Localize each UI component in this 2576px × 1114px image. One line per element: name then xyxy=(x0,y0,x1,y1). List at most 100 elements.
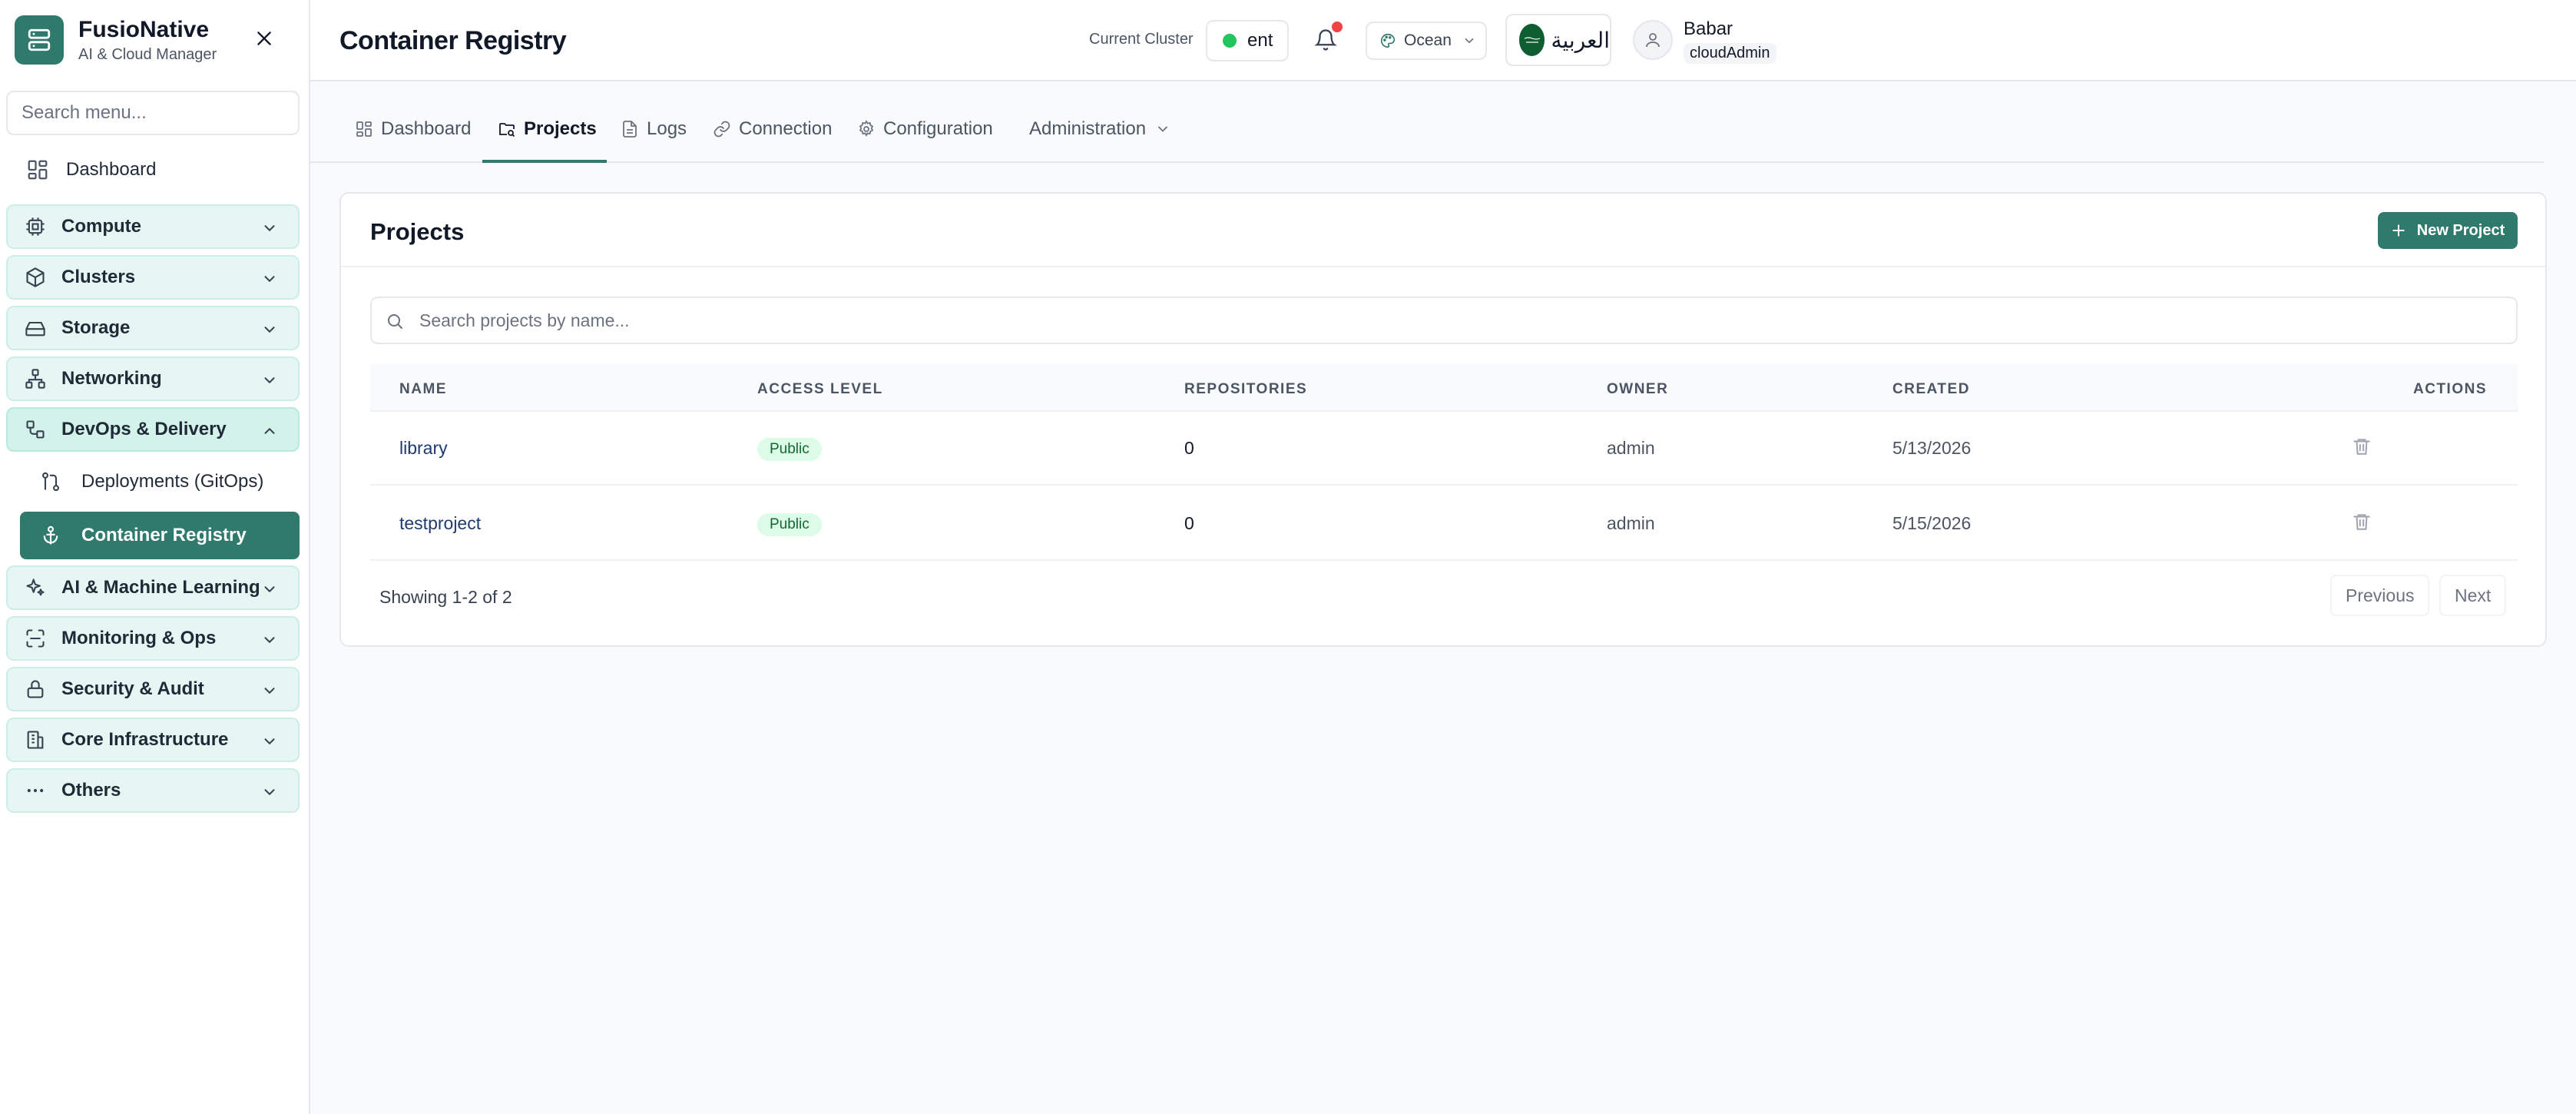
user-name: Babar xyxy=(1684,18,1733,39)
chevron-down-icon xyxy=(261,733,278,750)
sidebar-group-label: Networking xyxy=(61,368,162,389)
more-horizontal-icon xyxy=(25,780,48,801)
tab-connection[interactable]: Connection xyxy=(713,118,832,163)
user-avatar[interactable] xyxy=(1633,20,1673,60)
chevron-down-icon xyxy=(261,581,278,598)
sidebar-group-core-infrastructure[interactable]: Core Infrastructure xyxy=(6,718,300,762)
gear-icon xyxy=(857,118,876,138)
sidebar-group-ai-ml[interactable]: AI & Machine Learning xyxy=(6,565,300,610)
sidebar-group-label: Compute xyxy=(61,216,141,237)
language-selector[interactable]: العربية xyxy=(1505,14,1611,66)
column-header-access[interactable]: ACCESS LEVEL xyxy=(757,381,883,398)
sidebar-group-label: DevOps & Delivery xyxy=(61,419,227,439)
theme-value: Ocean xyxy=(1404,31,1452,49)
projects-panel: Projects New Project NAME ACCESS LEVEL R… xyxy=(339,192,2547,647)
sidebar-item-deployments[interactable]: Deployments (GitOps) xyxy=(20,458,300,506)
repositories-count: 0 xyxy=(1184,438,1194,458)
chevron-down-icon xyxy=(261,784,278,801)
project-name-link[interactable]: testproject xyxy=(399,513,481,534)
cluster-status-dot xyxy=(1223,34,1237,48)
tab-configuration[interactable]: Configuration xyxy=(857,118,993,163)
page-title: Container Registry xyxy=(339,26,567,55)
sidebar-group-storage[interactable]: Storage xyxy=(6,306,300,350)
main-content: Container Registry Current Cluster ent O… xyxy=(310,0,2576,1114)
brand: FusioNative AI & Cloud Manager xyxy=(0,0,309,81)
file-text-icon xyxy=(621,118,639,138)
sidebar-group-compute[interactable]: Compute xyxy=(6,204,300,249)
new-project-button[interactable]: New Project xyxy=(2378,212,2518,249)
next-button[interactable]: Next xyxy=(2439,575,2507,616)
chevron-up-icon xyxy=(261,423,278,439)
table-header: NAME ACCESS LEVEL REPOSITORIES OWNER CRE… xyxy=(370,364,2518,412)
scan-icon xyxy=(25,628,48,649)
app-root: FusioNative AI & Cloud Manager Dashboard… xyxy=(0,0,2576,1114)
project-name-link[interactable]: library xyxy=(399,438,448,459)
cluster-selector[interactable]: ent xyxy=(1206,20,1289,61)
column-header-actions: ACTIONS xyxy=(2413,381,2487,397)
pagination-summary: Showing 1-2 of 2 xyxy=(379,587,512,607)
access-badge: Public xyxy=(757,438,822,461)
sidebar-item-container-registry[interactable]: Container Registry xyxy=(20,512,300,559)
tab-logs[interactable]: Logs xyxy=(621,118,687,163)
cube-icon xyxy=(25,267,48,288)
column-header-created[interactable]: CREATED xyxy=(1892,381,1970,398)
sidebar-group-label: Core Infrastructure xyxy=(61,729,229,750)
chevron-down-icon xyxy=(261,270,278,287)
brand-subtitle: AI & Cloud Manager xyxy=(78,46,217,63)
cpu-icon xyxy=(25,216,48,237)
sidebar-group-clusters[interactable]: Clusters xyxy=(6,255,300,300)
owner-cell: admin xyxy=(1607,513,1655,533)
sidebar-group-networking[interactable]: Networking xyxy=(6,356,300,401)
tab-label: Logs xyxy=(647,118,687,139)
tab-projects[interactable]: Projects xyxy=(498,118,597,163)
sidebar-item-label: Deployments (GitOps) xyxy=(81,471,264,492)
chevron-down-icon xyxy=(261,220,278,237)
server-logo-icon xyxy=(15,15,64,65)
dashboard-grid-icon xyxy=(355,118,373,138)
sidebar-item-dashboard[interactable]: Dashboard xyxy=(6,148,300,192)
sidebar-group-others[interactable]: Others xyxy=(6,768,300,813)
tab-dashboard[interactable]: Dashboard xyxy=(355,118,471,163)
column-header-repositories[interactable]: REPOSITORIES xyxy=(1184,381,1307,398)
sidebar-group-label: Security & Audit xyxy=(61,678,204,699)
search-menu-input[interactable] xyxy=(6,91,300,135)
sidebar-group-security[interactable]: Security & Audit xyxy=(6,667,300,711)
theme-selector[interactable]: Ocean xyxy=(1366,22,1487,60)
cluster-value: ent xyxy=(1247,30,1273,51)
tab-bar: Dashboard Projects Logs Connection Confi… xyxy=(310,108,2544,163)
saudi-flag-icon xyxy=(1519,24,1545,56)
created-cell: 5/15/2026 xyxy=(1892,513,1972,533)
current-cluster-label: Current Cluster xyxy=(1089,31,1194,48)
tab-label: Connection xyxy=(739,118,833,139)
column-header-owner[interactable]: OWNER xyxy=(1607,381,1668,398)
link-icon xyxy=(713,118,731,138)
tab-label: Administration xyxy=(1029,118,1147,139)
close-icon[interactable] xyxy=(252,26,276,51)
tab-administration[interactable]: Administration xyxy=(1029,118,1178,163)
sidebar-group-monitoring[interactable]: Monitoring & Ops xyxy=(6,616,300,661)
tab-label: Projects xyxy=(524,118,597,139)
hard-drive-icon xyxy=(25,317,48,339)
notification-dot xyxy=(1332,22,1343,32)
chevron-down-icon xyxy=(261,632,278,648)
trash-icon[interactable] xyxy=(2352,436,2372,456)
table-row: testproject Public 0 admin 5/15/2026 xyxy=(370,487,2518,561)
panel-title: Projects xyxy=(370,218,465,245)
folder-search-icon xyxy=(498,118,516,138)
sidebar-group-label: Others xyxy=(61,780,121,801)
workflow-icon xyxy=(25,419,48,440)
sidebar-group-devops[interactable]: DevOps & Delivery xyxy=(6,407,300,452)
access-badge: Public xyxy=(757,513,822,536)
column-header-name[interactable]: NAME xyxy=(399,381,447,398)
git-pull-request-icon xyxy=(40,471,63,492)
owner-cell: admin xyxy=(1607,438,1655,458)
network-icon xyxy=(25,368,48,390)
previous-button[interactable]: Previous xyxy=(2330,575,2430,616)
anchor-icon xyxy=(40,525,63,546)
trash-icon[interactable] xyxy=(2352,512,2372,532)
sidebar-group-label: Storage xyxy=(61,317,131,338)
chevron-down-icon xyxy=(261,321,278,338)
sidebar: FusioNative AI & Cloud Manager Dashboard… xyxy=(0,0,310,1114)
project-search-input[interactable] xyxy=(419,298,2493,343)
sidebar-item-label: Container Registry xyxy=(81,525,247,545)
